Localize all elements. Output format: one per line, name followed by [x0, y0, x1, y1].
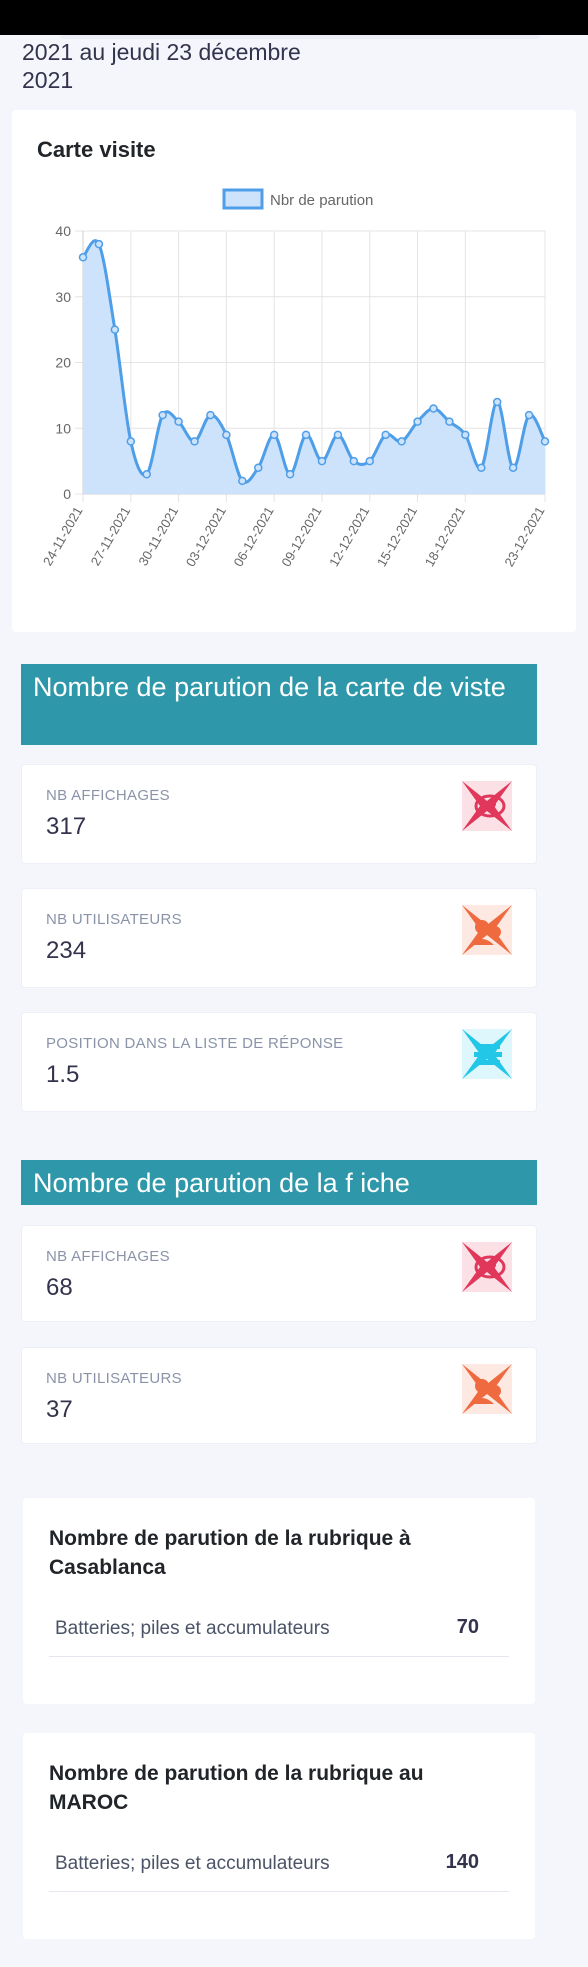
table-row: Batteries; piles et accumulateurs 140: [49, 1839, 509, 1892]
data-point: [429, 404, 438, 413]
data-point: [381, 430, 390, 440]
stat-value: 1.5: [46, 1061, 80, 1088]
y-tick-label: 10: [55, 420, 71, 436]
data-point: [524, 410, 534, 420]
data-point: [110, 325, 120, 334]
data-point: [492, 397, 502, 407]
stat-card-position: POSITION DANS LA LISTE DE RÉPONSE 1.5: [21, 1012, 537, 1112]
data-point: [317, 456, 327, 466]
x-tick-label: 03-12-2021: [183, 504, 229, 569]
data-point: [78, 253, 88, 262]
stat-card-affichages: NB AFFICHAGES 317: [21, 764, 537, 864]
series-line: [81, 239, 547, 484]
legend-label[interactable]: Nbr de parution: [270, 192, 373, 209]
stat-label: POSITION DANS LA LISTE DE RÉPONSE: [46, 1035, 344, 1052]
x-tick-label: 06-12-2021: [231, 504, 277, 569]
data-point: [142, 470, 151, 479]
y-tick-label: 20: [55, 355, 71, 371]
carte-section-header: Nombre de parution de la carte de viste: [21, 664, 537, 745]
rubrique-country-card: Nombre de parution de la rubrique au MAR…: [23, 1733, 535, 1939]
data-point: [238, 476, 247, 486]
users-icon: [462, 905, 512, 955]
category-count: 70: [456, 1616, 479, 1638]
rubrique-city-card: Nombre de parution de la rubrique à Casa…: [23, 1498, 535, 1704]
users-icon: [462, 1364, 512, 1414]
data-point: [365, 456, 375, 466]
category-count: 140: [445, 1851, 479, 1873]
x-tick-label: 09-12-2021: [278, 504, 324, 569]
category-name: Batteries; piles et accumulateurs: [55, 1618, 330, 1639]
stat-label: NB AFFICHAGES: [46, 787, 170, 804]
legend-swatch[interactable]: [222, 188, 264, 210]
data-point: [540, 437, 550, 446]
data-point: [94, 239, 104, 249]
date-range-text: 2021 au jeudi 23 décembre 2021: [22, 39, 301, 93]
data-point: [269, 430, 279, 440]
data-point: [461, 430, 470, 440]
data-point: [174, 417, 183, 426]
stat-label: NB UTILISATEURS: [46, 1370, 182, 1387]
data-point: [126, 437, 136, 446]
data-point: [190, 437, 199, 446]
eye-icon: [462, 781, 512, 831]
y-tick-label: 40: [55, 223, 71, 239]
data-point: [206, 410, 215, 420]
stat-value: 37: [46, 1396, 73, 1423]
stat-label: NB AFFICHAGES: [46, 1248, 170, 1265]
data-point: [301, 430, 311, 440]
data-point: [285, 470, 295, 479]
data-point: [158, 410, 167, 420]
y-tick-label: 0: [63, 486, 71, 502]
y-tick-label: 30: [55, 289, 71, 305]
data-point: [222, 430, 231, 440]
top-bar: [0, 0, 588, 35]
rubrique-country-title: Nombre de parution de la rubrique au MAR…: [49, 1762, 424, 1814]
stat-value: 234: [46, 937, 87, 964]
category-name: Batteries; piles et accumulateurs: [55, 1853, 330, 1874]
eye-icon: [462, 1242, 512, 1292]
x-tick-label: 27-11-2021: [88, 504, 134, 568]
stat-label: NB UTILISATEURS: [46, 911, 182, 928]
stat-value: 317: [46, 813, 87, 840]
data-point: [508, 463, 518, 472]
visits-line-chart: Nbr de parution 0 10 20 30 40 24-11-2021 27-11…: [40, 188, 550, 569]
fiche-section-header: Nombre de parution de la f iche: [21, 1160, 537, 1205]
stat-card-utilisateurs: NB UTILISATEURS 234: [21, 888, 537, 988]
x-tick-label: 24-11-2021: [40, 504, 86, 568]
stat-card-fiche-utilisateurs: NB UTILISATEURS 37: [21, 1347, 537, 1444]
stat-value: 68: [46, 1274, 73, 1301]
x-tick-label: 12-12-2021: [326, 504, 372, 569]
table-row: Batteries; piles et accumulateurs 70: [49, 1604, 509, 1657]
data-point: [333, 430, 343, 440]
data-point: [397, 437, 406, 446]
x-tick-label: 23-12-2021: [501, 504, 547, 569]
x-tick-label: 18-12-2021: [422, 504, 468, 569]
data-point: [253, 463, 263, 472]
x-tick-label: 15-12-2021: [374, 504, 420, 569]
rubrique-city-title: Nombre de parution de la rubrique à Casa…: [49, 1527, 411, 1579]
data-point: [445, 417, 454, 426]
list-icon: [462, 1029, 512, 1079]
carte-section-title: Nombre de parution de la carte de viste: [33, 672, 506, 702]
data-point: [477, 463, 486, 472]
data-point: [413, 417, 422, 426]
fiche-section-title: Nombre de parution de la f iche: [33, 1168, 410, 1198]
data-point: [349, 456, 359, 466]
x-tick-label: 30-11-2021: [135, 504, 181, 568]
stat-card-fiche-affichages: NB AFFICHAGES 68: [21, 1225, 537, 1322]
